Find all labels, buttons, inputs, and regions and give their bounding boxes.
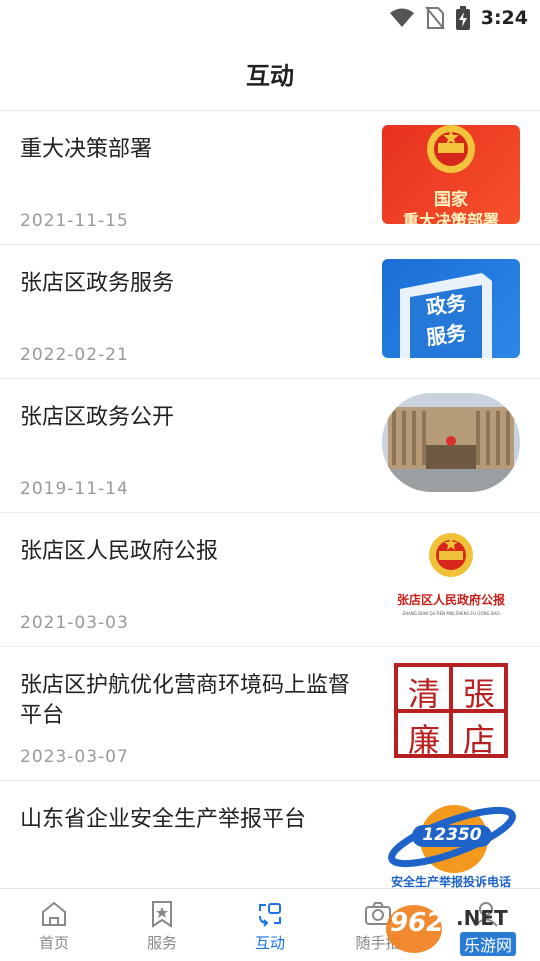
item-thumbnail[interactable]: 12350 安全生产举报投诉电话	[382, 795, 520, 888]
list-item[interactable]: 张店区护航优化营商环境码上监督平台 2023-03-07 清 張 廉 店	[0, 647, 540, 781]
item-thumbnail[interactable]: 政务 服务	[382, 259, 520, 358]
item-title: 山东省企业安全生产举报平台	[20, 807, 307, 832]
no-sim-icon	[424, 6, 445, 30]
star-bookmark-icon	[152, 901, 172, 928]
item-title: 张店区护航优化营商环境码上监督平台	[20, 673, 351, 728]
item-thumbnail[interactable]: 张店区人民政府公报 ZHANG DIAN QU REN MIN ZHENG FU…	[382, 527, 520, 626]
item-title: 张店区人民政府公报	[20, 539, 219, 564]
seal-char-1: 清	[407, 675, 440, 713]
page-title: 互动	[246, 61, 294, 90]
item-thumbnail[interactable]: 国家 重大决策部署	[382, 125, 520, 224]
item-thumbnail[interactable]: 清 張 廉 店	[382, 661, 520, 760]
interaction-icon	[259, 903, 281, 927]
watermark-site-name: 乐游网	[460, 932, 517, 956]
thumb-text-line2: 服务	[424, 320, 468, 350]
item-date: 2019-11-14	[20, 479, 129, 499]
page-header: 互动	[0, 36, 540, 111]
tab-home[interactable]: 首页	[0, 889, 108, 961]
status-bar: 3:24	[0, 0, 540, 36]
watermark-domain: .NET	[456, 906, 508, 930]
item-date: 2022-02-21	[20, 345, 129, 365]
list-item[interactable]: 张店区政务公开 2019-11-14	[0, 379, 540, 513]
item-date: 2021-03-03	[20, 613, 129, 633]
home-icon	[42, 901, 66, 926]
wifi-icon	[389, 8, 414, 27]
status-icons: 3:24	[389, 6, 528, 30]
list-item[interactable]: 张店区人民政府公报 2021-03-03 张店区人民政府公报 ZHANG DIA…	[0, 513, 540, 647]
thumb-text-line2: 安全生产举报投诉电话	[390, 875, 511, 888]
item-title: 张店区政务公开	[20, 405, 175, 430]
seal-char-4: 店	[462, 721, 495, 759]
item-date: 2021-11-15	[20, 211, 129, 231]
item-title: 重大决策部署	[20, 137, 153, 162]
status-time: 3:24	[480, 7, 528, 29]
tab-label: 首页	[38, 934, 69, 952]
site-watermark: 962 .NET 乐游网	[384, 902, 534, 956]
watermark-number: 962	[390, 908, 445, 938]
seal-char-2: 張	[462, 675, 495, 713]
thumb-text-line2: 重大决策部署	[402, 211, 499, 224]
thumb-text-line1: 12350	[422, 825, 482, 845]
tab-label: 互动	[254, 934, 285, 952]
thumb-text-line1: 张店区人民政府公报	[396, 593, 505, 607]
item-thumbnail[interactable]	[382, 393, 520, 492]
thumb-text-line2: ZHANG DIAN QU REN MIN ZHENG FU GONG BAO	[402, 611, 500, 616]
item-title: 张店区政务服务	[20, 271, 175, 296]
tab-label: 服务	[146, 934, 177, 952]
battery-charging-icon	[455, 6, 470, 30]
tab-services[interactable]: 服务	[108, 889, 216, 961]
list-item[interactable]: 张店区政务服务 2022-02-21 政务 服务	[0, 245, 540, 379]
tab-interaction[interactable]: 互动	[216, 889, 324, 961]
content-list[interactable]: 重大决策部署 2021-11-15 国家 重大决策部署 张店区政务服务 2022…	[0, 111, 540, 888]
list-item[interactable]: 山东省企业安全生产举报平台 12350 安全生产举报投诉电话	[0, 781, 540, 888]
government-building-photo	[382, 393, 520, 492]
list-item[interactable]: 重大决策部署 2021-11-15 国家 重大决策部署	[0, 111, 540, 245]
item-date: 2023-03-07	[20, 747, 129, 767]
seal-char-3: 廉	[407, 721, 440, 759]
thumb-text-line1: 政务	[424, 290, 468, 320]
